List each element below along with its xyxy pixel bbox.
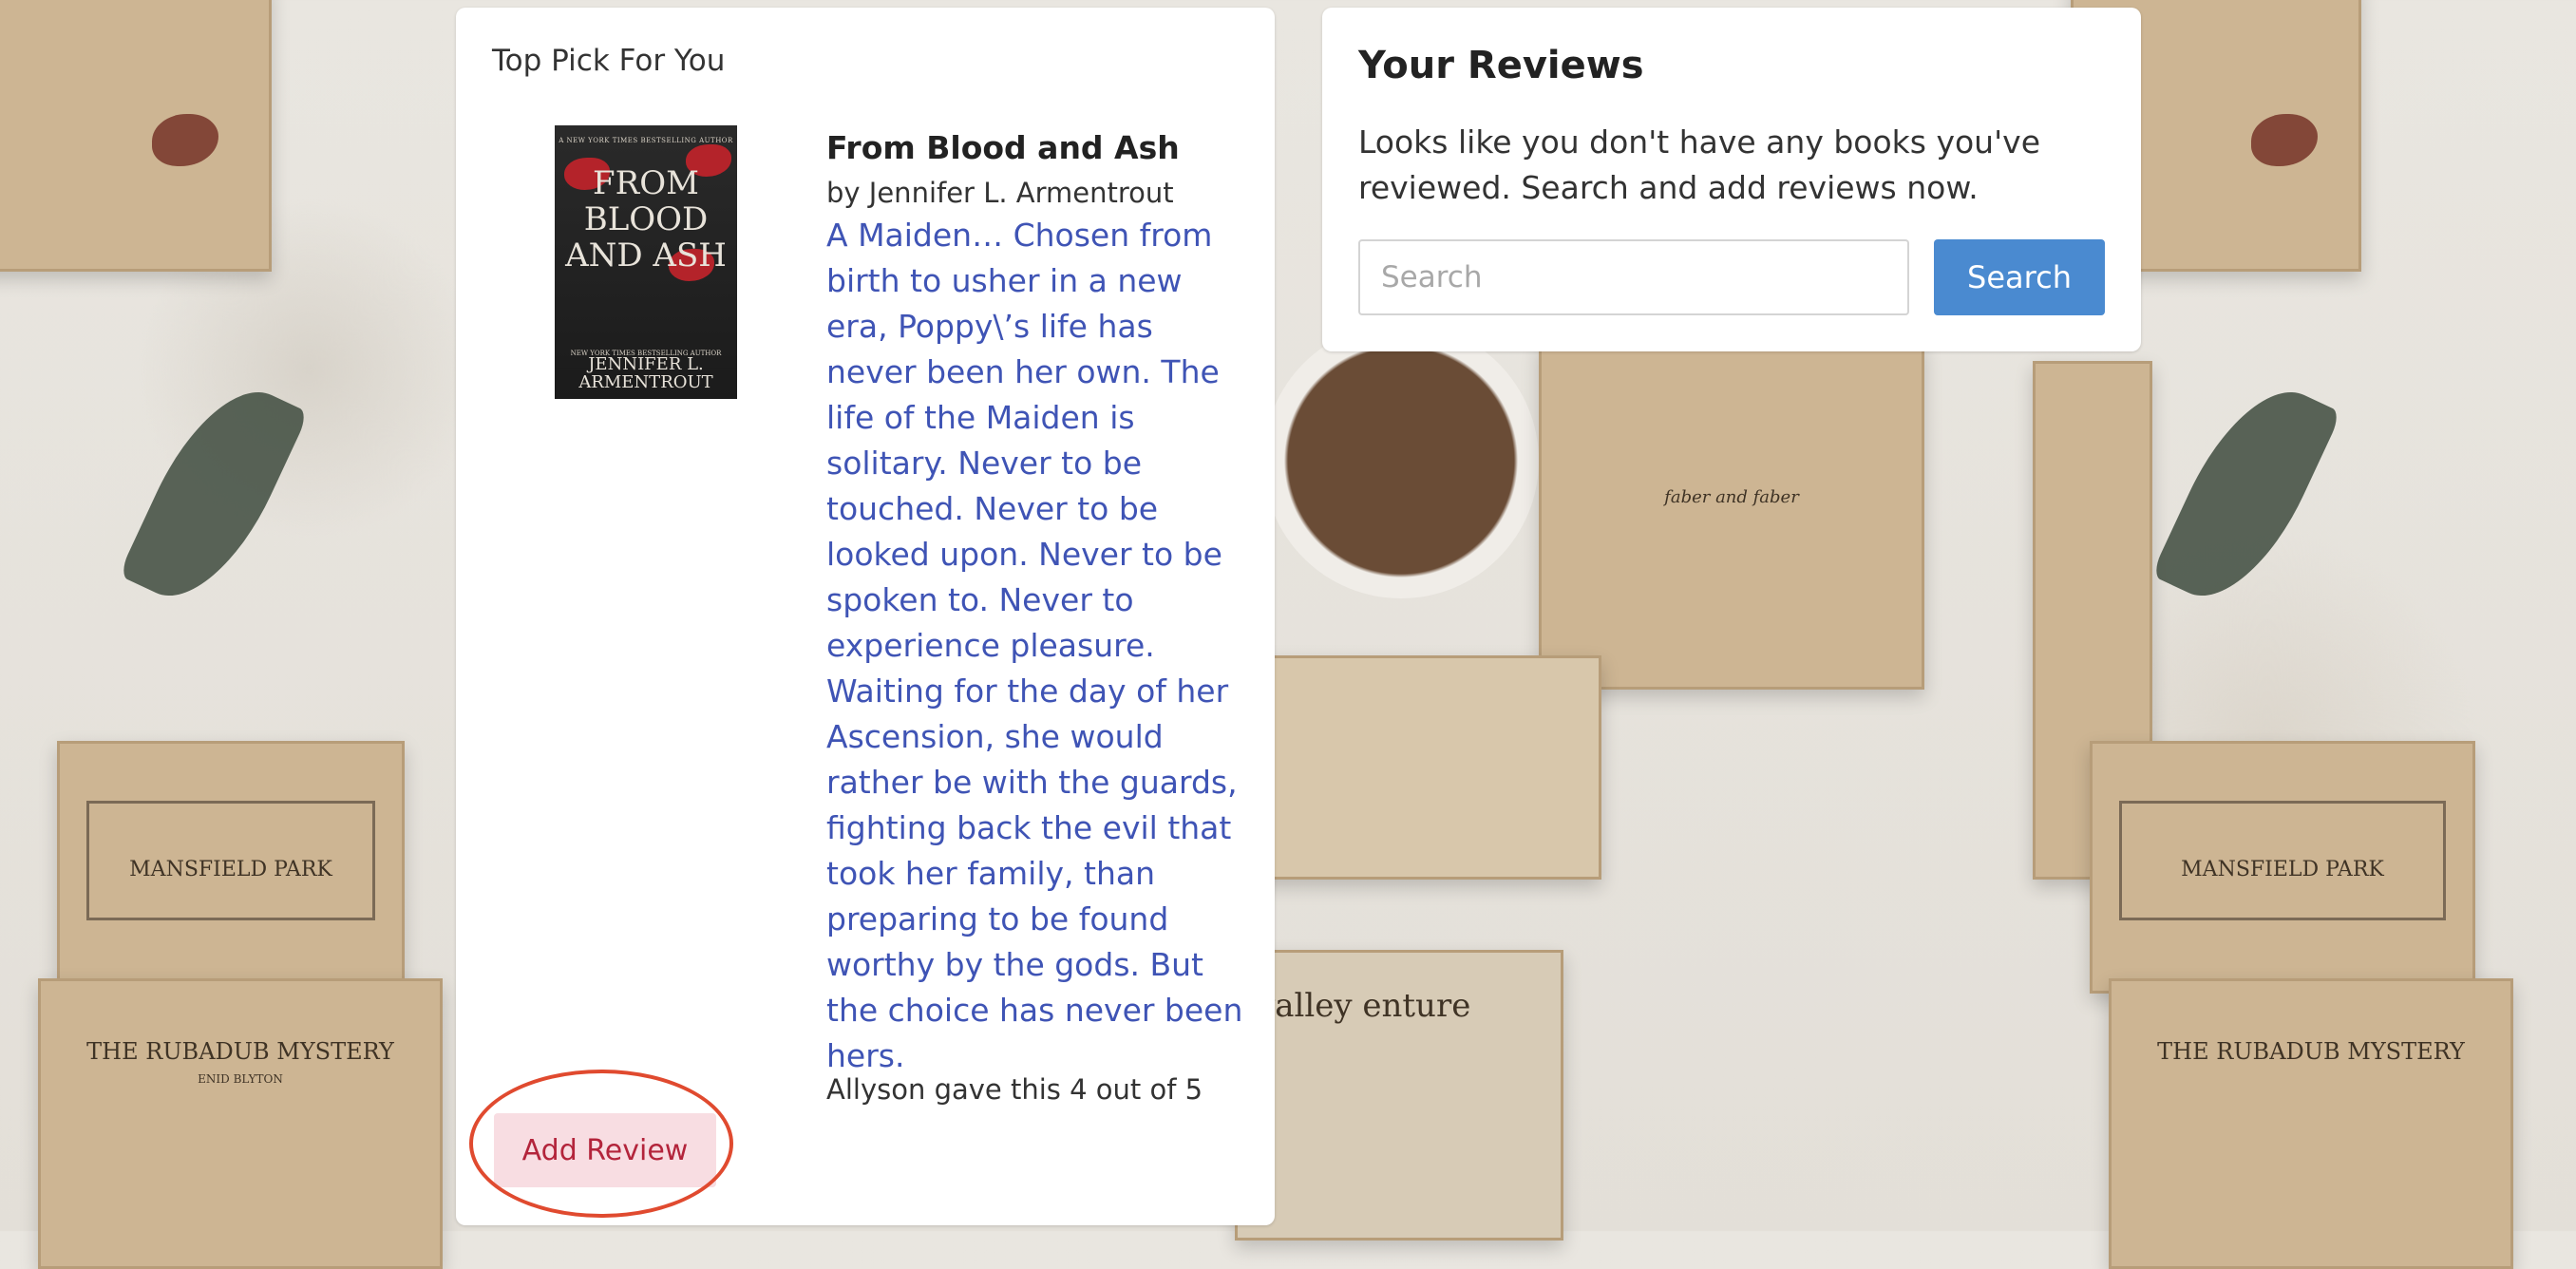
background-book (0, 0, 272, 272)
book-description: A Maiden… Chosen from birth to usher in … (826, 217, 1243, 1074)
background-book-title: THE RUBADUB MYSTERY (86, 1038, 394, 1065)
add-review-button[interactable]: Add Review (494, 1113, 716, 1187)
book-author: by Jennifer L. Armentrout (826, 177, 1174, 209)
background-book: faber and faber (1539, 342, 1924, 690)
background-book-title: valley enture (1257, 987, 1471, 1025)
background-book: THE RUBADUB MYSTERY (2109, 978, 2513, 1269)
background-book-title: MANSFIELD PARK (2181, 858, 2384, 881)
background-book-title: faber and faber (1664, 487, 1799, 507)
background-book: valley enture (1235, 950, 1563, 1241)
background-leaf (2150, 368, 2342, 620)
background-leaf (118, 368, 310, 620)
background-book: MANSFIELD PARK (57, 741, 405, 994)
reviews-empty-message: Looks like you don't have any books you'… (1358, 123, 2040, 206)
book-title: From Blood and Ash (826, 129, 1180, 166)
search-button[interactable]: Search (1934, 239, 2105, 315)
top-pick-card: Top Pick For You A NEW YORK TIMES BESTSE… (456, 8, 1275, 1225)
background-book: THE RUBADUB MYSTERY ENID BLYTON (38, 978, 443, 1269)
background-book: MANSFIELD PARK (2090, 741, 2475, 994)
background-book-author: ENID BLYTON (198, 1072, 283, 1086)
background-book-title: THE RUBADUB MYSTERY (2157, 1038, 2465, 1065)
background-coffee-cup (1263, 323, 1539, 598)
book-cover-image: A NEW YORK TIMES BESTSELLING AUTHOR FROM… (555, 125, 737, 399)
cover-author: JENNIFER L. ARMENTROUT (578, 354, 713, 392)
top-pick-heading: Top Pick For You (492, 44, 726, 78)
book-rating-text: Allyson gave this 4 out of 5 (826, 1073, 1203, 1106)
search-input[interactable] (1358, 239, 1909, 315)
background-book-title: MANSFIELD PARK (129, 858, 332, 881)
background-photo: MANSFIELD PARK THE RUBADUB MYSTERY ENID … (0, 0, 2576, 1269)
cover-title: FROM BLOOD AND ASH (565, 164, 727, 275)
reviews-heading: Your Reviews (1358, 44, 1644, 87)
your-reviews-card: Your Reviews Looks like you don't have a… (1322, 8, 2141, 351)
background-book (1235, 655, 1601, 880)
cover-tagline: A NEW YORK TIMES BESTSELLING AUTHOR (559, 137, 733, 144)
